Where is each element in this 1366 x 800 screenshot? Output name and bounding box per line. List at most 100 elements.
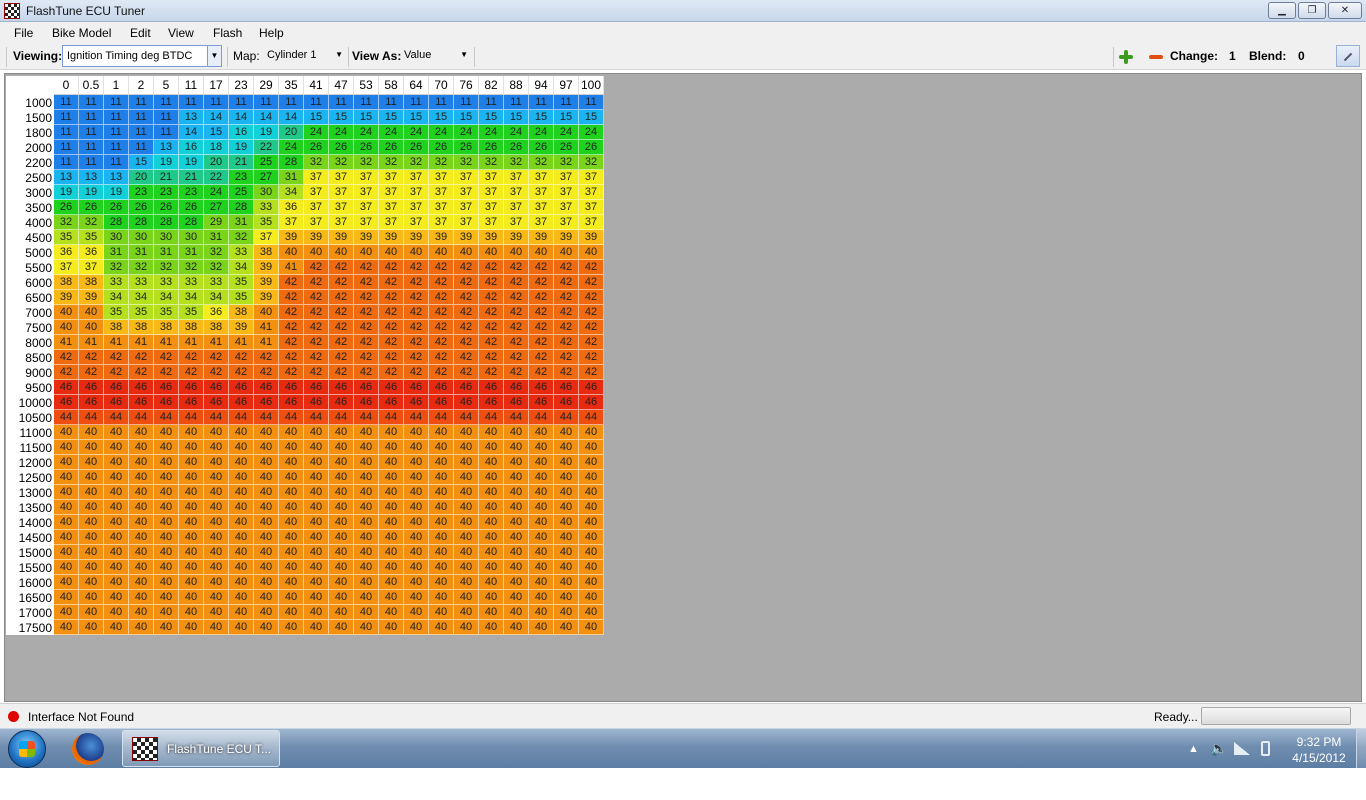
map-cell[interactable]: 35 [129,305,154,320]
map-cell[interactable]: 35 [54,230,79,245]
map-cell[interactable]: 38 [179,320,204,335]
map-cell[interactable]: 40 [204,485,229,500]
map-cell[interactable]: 41 [104,335,129,350]
map-cell[interactable]: 13 [79,170,104,185]
map-cell[interactable]: 46 [454,395,479,410]
map-cell[interactable]: 21 [154,170,179,185]
map-cell[interactable]: 11 [154,95,179,110]
rpm-row-header[interactable]: 6500 [6,290,54,305]
map-cell[interactable]: 42 [529,290,554,305]
map-cell[interactable]: 40 [129,530,154,545]
map-cell[interactable]: 40 [54,545,79,560]
map-cell[interactable]: 40 [404,245,429,260]
map-cell[interactable]: 42 [504,275,529,290]
map-cell[interactable]: 42 [479,260,504,275]
map-cell[interactable]: 26 [104,200,129,215]
map-cell[interactable]: 39 [504,230,529,245]
clock-time[interactable]: 9:32 PM [1286,735,1352,749]
map-cell[interactable]: 38 [129,320,154,335]
map-cell[interactable]: 26 [479,140,504,155]
map-cell[interactable]: 18 [204,140,229,155]
map-cell[interactable]: 39 [54,290,79,305]
map-cell[interactable]: 42 [104,350,129,365]
map-cell[interactable]: 13 [104,170,129,185]
map-cell[interactable]: 40 [204,515,229,530]
map-cell[interactable]: 32 [529,155,554,170]
map-cell[interactable]: 42 [279,305,304,320]
map-cell[interactable]: 26 [554,140,579,155]
map-cell[interactable]: 46 [454,380,479,395]
map-cell[interactable]: 46 [79,395,104,410]
column-header[interactable]: 1 [104,76,129,95]
map-cell[interactable]: 40 [479,515,504,530]
map-cell[interactable]: 40 [229,485,254,500]
map-cell[interactable]: 15 [404,110,429,125]
map-cell[interactable]: 40 [104,590,129,605]
map-cell[interactable]: 40 [54,425,79,440]
map-cell[interactable]: 15 [379,110,404,125]
map-cell[interactable]: 42 [229,365,254,380]
map-cell[interactable]: 40 [454,245,479,260]
map-cell[interactable]: 41 [204,335,229,350]
rpm-row-header[interactable]: 8000 [6,335,54,350]
map-cell[interactable]: 32 [104,260,129,275]
map-cell[interactable]: 11 [304,95,329,110]
rpm-row-header[interactable]: 10000 [6,395,54,410]
map-cell[interactable]: 24 [279,140,304,155]
map-cell[interactable]: 32 [554,155,579,170]
map-cell[interactable]: 40 [504,605,529,620]
map-cell[interactable]: 38 [229,305,254,320]
map-cell[interactable]: 40 [254,455,279,470]
map-cell[interactable]: 22 [204,170,229,185]
map-cell[interactable]: 46 [354,395,379,410]
map-cell[interactable]: 40 [304,590,329,605]
map-cell[interactable]: 40 [479,425,504,440]
map-cell[interactable]: 42 [579,365,604,380]
map-cell[interactable]: 42 [454,275,479,290]
map-cell[interactable]: 40 [179,560,204,575]
map-cell[interactable]: 40 [329,545,354,560]
map-cell[interactable]: 40 [79,605,104,620]
map-cell[interactable]: 40 [79,575,104,590]
map-cell[interactable]: 38 [254,245,279,260]
map-cell[interactable]: 40 [379,485,404,500]
map-cell[interactable]: 46 [379,395,404,410]
map-cell[interactable]: 44 [354,410,379,425]
map-cell[interactable]: 42 [554,260,579,275]
map-cell[interactable]: 32 [429,155,454,170]
map-cell[interactable]: 42 [379,305,404,320]
map-cell[interactable]: 44 [179,410,204,425]
column-header[interactable]: 88 [504,76,529,95]
map-cell[interactable]: 46 [554,380,579,395]
map-cell[interactable]: 36 [79,245,104,260]
map-cell[interactable]: 40 [404,485,429,500]
map-cell[interactable]: 40 [354,545,379,560]
map-cell[interactable]: 44 [279,410,304,425]
map-cell[interactable]: 40 [54,620,79,635]
map-cell[interactable]: 14 [229,110,254,125]
map-cell[interactable]: 42 [79,350,104,365]
map-cell[interactable]: 40 [254,515,279,530]
blend-value[interactable]: 0 [1298,49,1305,63]
menu-help[interactable]: Help [259,26,284,40]
map-cell[interactable]: 26 [529,140,554,155]
map-cell[interactable]: 37 [504,215,529,230]
chevron-down-icon[interactable]: ▼ [207,46,221,66]
map-cell[interactable]: 42 [529,275,554,290]
map-cell[interactable]: 28 [129,215,154,230]
map-cell[interactable]: 40 [454,575,479,590]
map-cell[interactable]: 40 [329,425,354,440]
map-cell[interactable]: 40 [254,440,279,455]
map-cell[interactable]: 26 [79,200,104,215]
map-cell[interactable]: 32 [179,260,204,275]
map-cell[interactable]: 37 [529,170,554,185]
map-cell[interactable]: 42 [504,290,529,305]
map-cell[interactable]: 40 [54,440,79,455]
map-cell[interactable]: 40 [229,440,254,455]
map-cell[interactable]: 37 [579,200,604,215]
map-cell[interactable]: 42 [379,320,404,335]
map-cell[interactable]: 42 [579,350,604,365]
map-cell[interactable]: 40 [404,425,429,440]
map-cell[interactable]: 40 [54,455,79,470]
column-header[interactable]: 97 [554,76,579,95]
